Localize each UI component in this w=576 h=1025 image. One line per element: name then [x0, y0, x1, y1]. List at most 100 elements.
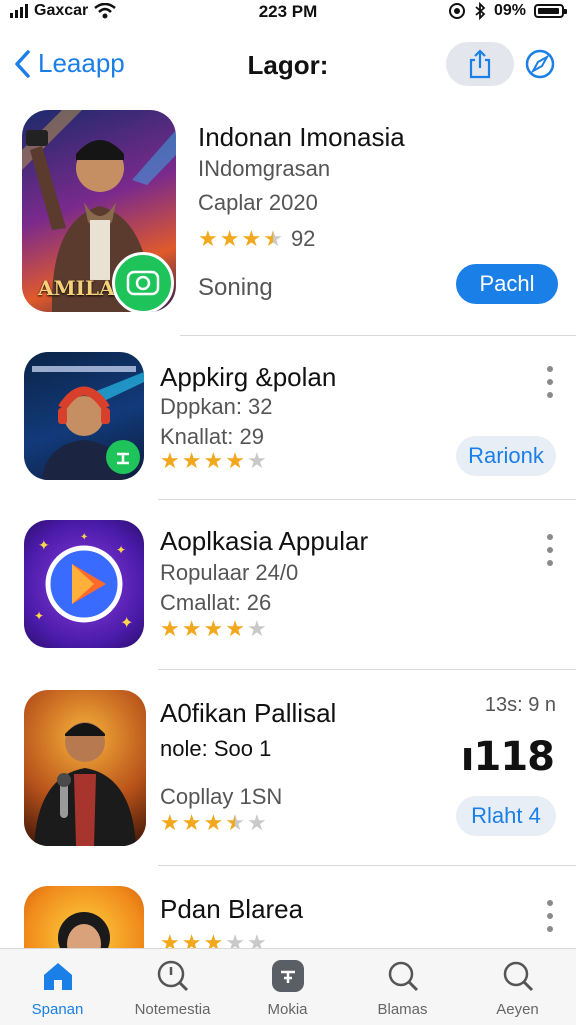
tab-label: Notemestia	[134, 1001, 211, 1018]
app-rating: ★ ★ ★ ★ ★	[160, 812, 267, 834]
star-icon: ★	[203, 616, 224, 641]
person-illustration	[58, 912, 110, 948]
app-icon[interactable]	[24, 690, 146, 846]
app-subtitle: nole: Soo 1	[160, 736, 272, 761]
app-side-info: 13s: 9 n	[484, 694, 556, 716]
battery-percent: 09%	[493, 2, 526, 19]
star-icon: ★	[181, 616, 202, 641]
camera-icon	[126, 270, 160, 296]
more-options-icon[interactable]	[546, 534, 554, 566]
app-icon[interactable]: ✦ ✦ ✦ ✦ ✦	[24, 520, 144, 648]
star-icon: ★	[225, 448, 245, 473]
featured-app-icon-text: AMILAI	[38, 276, 124, 300]
star-icon: ★	[160, 448, 180, 473]
app-action-button[interactable]: Rarionk	[456, 436, 556, 476]
app-meta: Knallat: 29	[160, 424, 264, 449]
featured-app-card[interactable]: AMILAI Indonan Imonasia INdomgrasan Capl…	[0, 100, 576, 336]
search-icon	[503, 961, 533, 992]
star-half-icon: ★	[263, 226, 283, 251]
list-item[interactable]: ✦ ✦ ✦ ✦ ✦ Aoplkasia Appular Ropulaar 24/…	[0, 500, 576, 670]
person-illustration	[34, 722, 136, 846]
list-item[interactable]: Pdan Blarea ★ ★ ★ ★ ★	[0, 866, 576, 948]
tab-label: Aeyen	[496, 1001, 539, 1018]
search-icon	[388, 961, 418, 992]
tab-label: Mokia	[267, 1001, 308, 1018]
app-icon[interactable]	[24, 886, 144, 948]
share-button[interactable]	[446, 42, 514, 86]
app-action-button[interactable]: Rlaht 4	[456, 796, 556, 836]
tab-label: Spanan	[31, 1001, 84, 1018]
play-illustration: ✦ ✦ ✦ ✦ ✦	[34, 532, 133, 632]
star-empty-icon: ★	[246, 930, 267, 949]
star-icon: ★	[241, 226, 262, 251]
apps-icon	[271, 960, 304, 992]
star-icon: ★	[160, 930, 180, 949]
location-icon	[448, 3, 465, 19]
star-icon: ★	[219, 226, 240, 251]
tab-aeyen[interactable]: Aeyen	[460, 957, 575, 1018]
featured-app-status: Soning	[198, 274, 273, 301]
featured-app-name: Indonan Imonasia	[198, 122, 405, 152]
app-side-value: ı118	[460, 734, 555, 780]
star-icon: ★	[225, 616, 245, 641]
more-options-icon[interactable]	[546, 366, 554, 398]
star-icon: ★	[203, 810, 224, 835]
status-bar: Gaxcar 223 PM 09%	[0, 0, 576, 24]
tab-home[interactable]: Spanan	[0, 957, 115, 1018]
tab-label: Blamas	[377, 1001, 428, 1018]
star-empty-icon: ★	[246, 448, 267, 473]
list-item[interactable]: A0fikan Pallisal nole: Soo 1 Copllay 1SN…	[0, 670, 576, 866]
compass-icon[interactable]	[524, 48, 556, 80]
featured-app-developer: INdomgrasan	[198, 156, 331, 181]
featured-app-icon[interactable]: AMILAI	[22, 110, 176, 312]
star-icon: ★	[203, 930, 224, 949]
star-icon: ★	[160, 810, 180, 835]
svg-text:✦: ✦	[80, 532, 88, 543]
app-badge	[106, 440, 140, 474]
svg-text:✦: ✦	[38, 537, 50, 553]
rating-value: 92	[290, 226, 316, 251]
tab-mokia[interactable]: Mokia	[230, 957, 345, 1018]
bluetooth-icon	[475, 2, 486, 20]
app-subtitle: Dppkan: 32	[160, 394, 273, 419]
featured-get-button[interactable]: Pachl	[456, 264, 558, 304]
app-icon[interactable]	[24, 352, 144, 480]
app-name: Appkirg &polan	[160, 362, 337, 392]
list-item[interactable]: Appkirg &polan Dppkan: 32 Knallat: 29 ★ …	[0, 336, 576, 500]
star-icon: ★	[160, 616, 180, 641]
navigation-bar: Leaapp Lagor:	[0, 36, 576, 92]
star-empty-icon: ★	[225, 930, 245, 949]
star-empty-icon: ★	[246, 810, 267, 835]
star-half-icon: ★	[225, 810, 245, 835]
star-icon: ★	[181, 930, 202, 949]
svg-text:✦: ✦	[116, 543, 126, 557]
battery-icon	[534, 4, 567, 18]
app-rating: ★ ★ ★ ★ ★	[160, 618, 267, 640]
featured-badge	[112, 252, 174, 312]
app-name: Aoplkasia Appular	[160, 526, 369, 556]
home-icon	[43, 963, 72, 990]
star-icon: ★	[181, 448, 202, 473]
svg-text:✦: ✦	[34, 609, 44, 623]
featured-app-detail: Caplar 2020	[198, 190, 318, 215]
star-icon: ★	[203, 448, 224, 473]
tab-notemestia[interactable]: Notemestia	[115, 957, 230, 1018]
app-meta: Copllay 1SN	[160, 784, 283, 809]
share-icon	[469, 49, 491, 79]
star-icon: ★	[181, 810, 202, 835]
app-name: A0fikan Pallisal	[160, 698, 337, 728]
svg-text:✦: ✦	[120, 615, 133, 632]
plus-icon	[117, 452, 129, 465]
app-subtitle: Ropulaar 24/0	[160, 560, 299, 585]
featured-rating: ★ ★ ★ ★ 92	[198, 226, 315, 252]
star-icon: ★	[198, 226, 218, 251]
app-meta: Cmallat: 26	[160, 590, 272, 615]
app-name: Pdan Blarea	[160, 894, 304, 924]
app-rating: ★ ★ ★ ★ ★	[160, 930, 267, 949]
tab-blamas[interactable]: Blamas	[345, 957, 460, 1018]
search-icon	[157, 960, 188, 992]
tab-bar: Spanan Notemestia Mokia Blamas Aeyen	[0, 948, 576, 1025]
more-options-icon[interactable]	[546, 900, 554, 932]
app-rating: ★ ★ ★ ★ ★	[160, 450, 267, 472]
star-empty-icon: ★	[246, 616, 267, 641]
